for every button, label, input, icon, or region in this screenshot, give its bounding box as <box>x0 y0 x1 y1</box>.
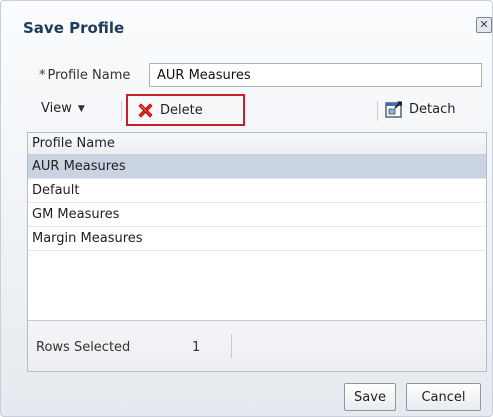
close-icon: ✕ <box>479 18 489 31</box>
view-label: View <box>41 101 72 116</box>
footer-divider <box>231 334 232 358</box>
table-row[interactable]: Default <box>28 179 486 203</box>
close-button[interactable]: ✕ <box>476 17 492 33</box>
profile-name-input[interactable] <box>149 63 482 87</box>
table-rows: AUR Measures Default GM Measures Margin … <box>28 155 486 251</box>
table-row[interactable]: Margin Measures <box>28 227 486 251</box>
delete-label: Delete <box>160 102 203 118</box>
rows-selected-count: 1 <box>192 340 201 355</box>
delete-icon <box>137 102 154 119</box>
dialog-title: Save Profile <box>23 19 125 37</box>
table-footer: Rows Selected 1 <box>28 320 486 371</box>
detach-button[interactable]: Detach <box>384 99 455 119</box>
toolbar-divider <box>377 101 378 121</box>
save-button[interactable]: Save <box>344 383 396 411</box>
detach-label: Detach <box>409 101 456 117</box>
chevron-down-icon: ▼ <box>77 103 85 114</box>
toolbar-divider <box>121 101 122 121</box>
cancel-button[interactable]: Cancel <box>406 383 481 411</box>
column-header-profile-name[interactable]: Profile Name <box>28 133 486 155</box>
profile-name-row: * Profile Name <box>39 63 482 87</box>
delete-button[interactable]: Delete <box>126 94 245 126</box>
detach-window-icon <box>384 99 404 119</box>
save-profile-dialog: Save Profile ✕ *Profile Name View ▼ Dele… <box>0 0 493 417</box>
profile-name-label-text: Profile Name <box>47 67 131 83</box>
view-menu-button[interactable]: View ▼ <box>41 101 85 116</box>
required-marker: * <box>39 67 46 83</box>
table-row[interactable]: AUR Measures <box>28 155 486 179</box>
table-row[interactable]: GM Measures <box>28 203 486 227</box>
toolbar: View ▼ Delete Detach <box>27 94 487 126</box>
rows-selected-label: Rows Selected <box>36 340 131 355</box>
profile-name-label: * Profile Name <box>39 68 130 83</box>
profiles-table: Profile Name AUR Measures Default GM Mea… <box>27 132 487 372</box>
